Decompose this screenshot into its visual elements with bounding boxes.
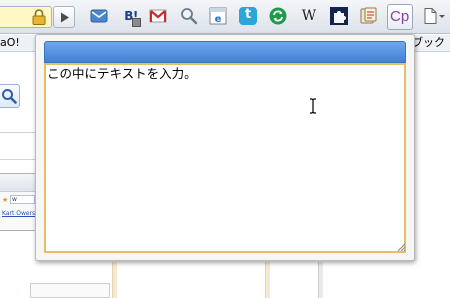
bookmark-item[interactable]: ブック (412, 35, 445, 51)
play-icon (61, 12, 69, 23)
magnifier-icon (2, 89, 17, 104)
page-column (112, 262, 117, 298)
page-box (30, 283, 110, 298)
browser-toolbar: B! e t W Cp (0, 0, 450, 34)
copy-icon[interactable] (359, 6, 379, 26)
mail-icon[interactable] (89, 6, 109, 26)
puzzle-icon[interactable] (329, 6, 349, 26)
search-button[interactable] (0, 84, 20, 108)
ie-tab-icon[interactable]: e (208, 6, 228, 26)
resize-grip-icon[interactable] (396, 242, 406, 252)
page-column (265, 262, 270, 298)
text-cursor-icon (310, 98, 316, 114)
hatena-bookmark-icon[interactable]: B! (121, 6, 141, 27)
thumbnail-url: w (10, 195, 35, 204)
star-icon: ★ (2, 196, 9, 204)
page-column (318, 262, 323, 298)
copy-button-label: Cp (390, 8, 410, 25)
thumbnail-toolbar (0, 174, 35, 192)
refresh-icon[interactable] (268, 6, 288, 26)
wikipedia-icon[interactable]: W (299, 6, 319, 26)
popup-panel: この中にテキストを入力。 (35, 34, 415, 261)
text-input-area[interactable]: この中にテキストを入力。 (44, 63, 406, 253)
lock-icon[interactable] (32, 9, 46, 25)
twitter-label: t (245, 7, 252, 22)
popup-header (44, 41, 406, 63)
bookmark-item[interactable]: aO! (0, 35, 20, 51)
svg-text:e: e (215, 14, 222, 25)
badge-icon (132, 18, 141, 27)
page-menu-icon[interactable] (421, 6, 447, 26)
wikipedia-label: W (301, 8, 317, 24)
divider (0, 159, 35, 160)
thumbnail-links: Kart Owerse (2, 210, 39, 217)
search-icon[interactable] (179, 6, 199, 26)
copy-button[interactable]: Cp (387, 4, 413, 30)
thumbnail-window: ★ w Kart Owerse (0, 173, 39, 231)
divider (0, 132, 35, 133)
twitter-icon[interactable]: t (238, 6, 258, 26)
gmail-icon[interactable] (148, 6, 168, 26)
go-button[interactable] (53, 6, 75, 28)
